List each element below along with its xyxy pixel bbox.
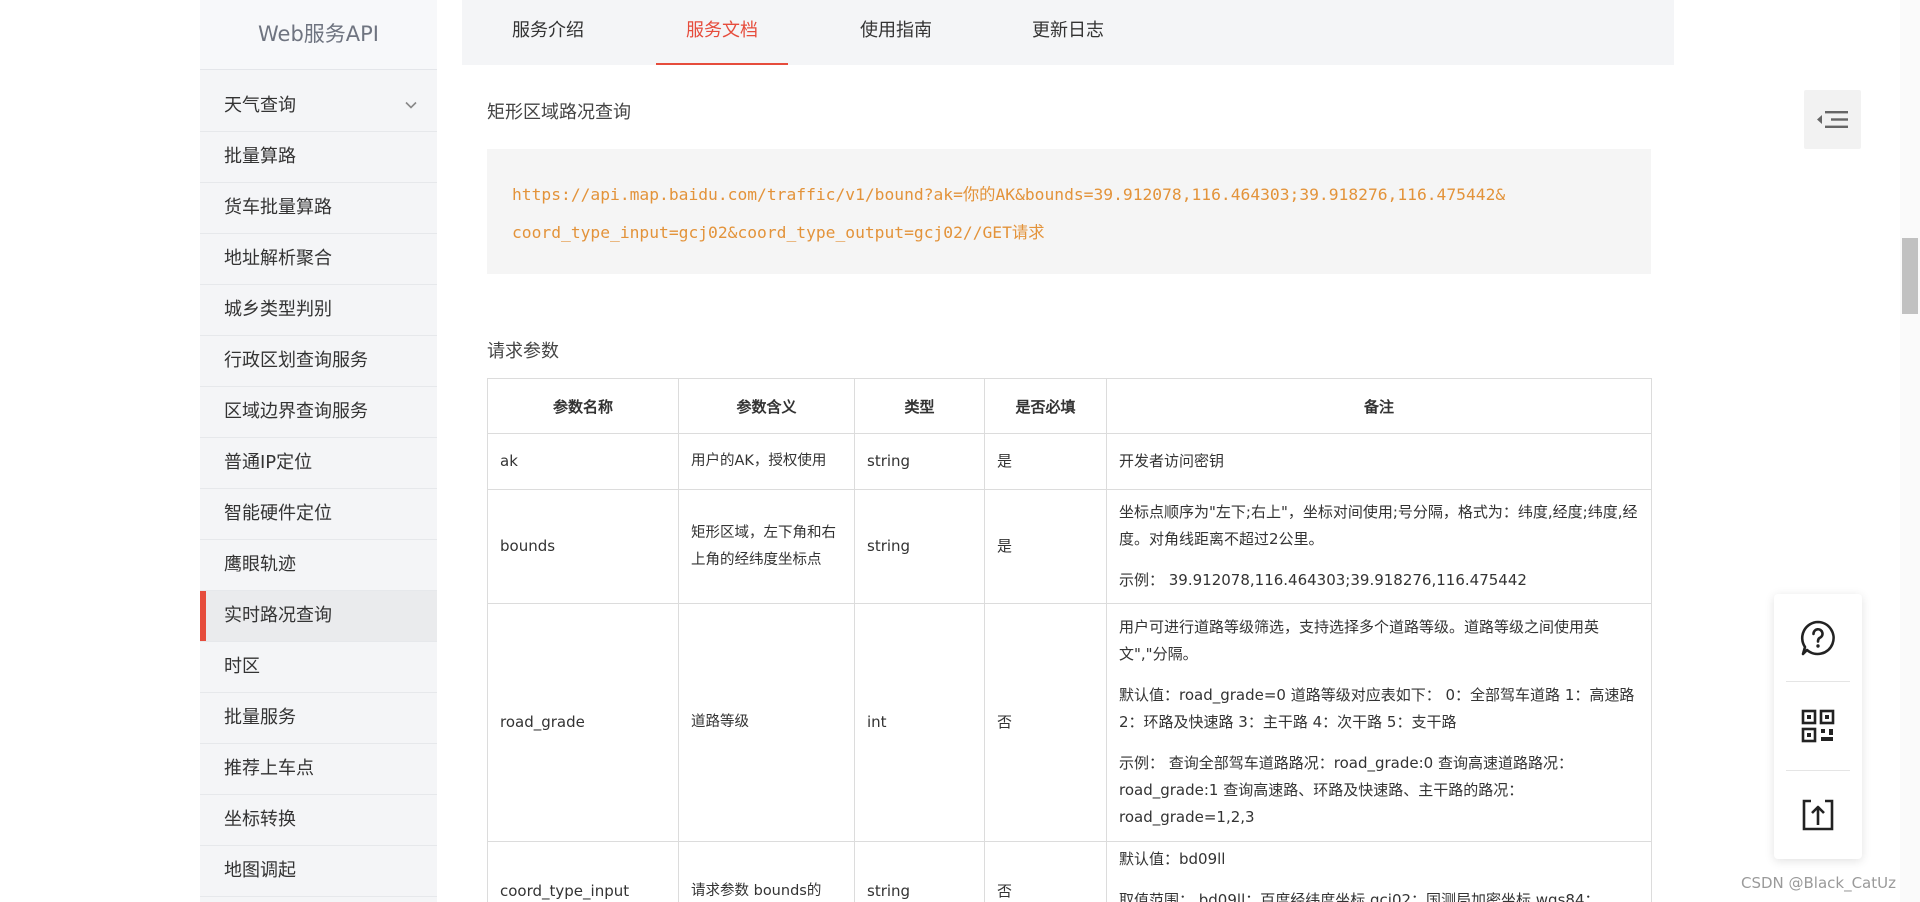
qr-code-button[interactable]	[1774, 682, 1862, 770]
sidebar-item[interactable]: 货车批量算路	[200, 183, 437, 234]
param-name-cell: bounds	[487, 489, 679, 604]
table-row: coord_type_input 请求参数 bounds的 string 否默认值：b…	[487, 841, 1652, 902]
sidebar-item-label: 普通IP定位	[224, 452, 313, 473]
table-row: bounds 矩形区域，左下角和右上角的经纬度坐标点 string 是坐标点顺序为"左…	[487, 489, 1652, 604]
remark-paragraph: 取值范围： bd09ll：百度经纬度坐标 gcj02：国测局加密坐标 wgs84…	[1119, 891, 1600, 902]
sidebar-item[interactable]: 智能硬件定位	[200, 489, 437, 540]
param-name-cell: coord_type_input	[487, 841, 679, 902]
scrollbar-track[interactable]	[1900, 0, 1920, 902]
param-required-cell: 是	[984, 489, 1107, 604]
param-required-cell: 是	[984, 433, 1107, 490]
page: Web服务API 天气查询批量算路货车批量算路 地址解析聚合 城乡类型判别行政区划查…	[0, 0, 1920, 902]
tab-usage-guide[interactable]: 使用指南	[836, 0, 956, 65]
sidebar-item-label: 鹰眼轨迹	[224, 554, 296, 575]
sidebar-item-label: 行政区划查询服务	[224, 350, 368, 371]
back-to-top-button[interactable]	[1774, 771, 1862, 859]
sidebar-item-label: 地图调起	[224, 860, 296, 881]
sidebar-item[interactable]: 城乡类型判别	[200, 285, 437, 336]
sidebar-item[interactable]: 坐标转换	[200, 795, 437, 846]
sidebar-item[interactable]: 地图调起	[200, 846, 437, 897]
section-title-request-params: 请求参数	[487, 341, 559, 362]
request-params-table: 参数名称 参数含义 类型 是否必填 备注 ak 用户的AK，授权使用 string 是…	[487, 378, 1652, 902]
floating-toolbar	[1774, 594, 1862, 859]
sidebar-item-label: 货车批量算路	[224, 197, 332, 218]
sidebar-item[interactable]: 普通IP定位	[200, 438, 437, 489]
sidebar-item[interactable]: 地址解析聚合	[200, 234, 437, 285]
param-name-cell: road_grade	[487, 603, 679, 842]
help-button[interactable]	[1774, 594, 1862, 682]
table-row: road_grade 道路等级 int 否用户可进行道路等级筛选，支持选择多个道路等级…	[487, 603, 1652, 842]
sidebar-item[interactable]: 推荐上车点	[200, 744, 437, 795]
param-type-cell: string	[854, 841, 985, 902]
param-remark-cell: 坐标点顺序为"左下;右上"，坐标对间使用;号分隔，格式为：纬度,经度;纬度,经度…	[1106, 489, 1652, 604]
sidebar-item-label: 实时路况查询	[224, 605, 332, 626]
param-remark-cell: 用户可进行道路等级筛选，支持选择多个道路等级。道路等级之间使用英文","分隔。默…	[1106, 603, 1652, 842]
param-meaning-cell: 矩形区域，左下角和右上角的经纬度坐标点	[678, 489, 855, 604]
tab-service-intro[interactable]: 服务介绍	[488, 0, 608, 65]
sidebar-item[interactable]: 批量算路	[200, 132, 437, 183]
remark-paragraph: 用户可进行道路等级筛选，支持选择多个道路等级。道路等级之间使用英文","分隔。	[1119, 618, 1600, 663]
param-type-cell: int	[854, 603, 985, 842]
scrollbar-thumb[interactable]	[1902, 238, 1918, 314]
sidebar-item-label: 天气查询	[224, 95, 296, 116]
param-remark-cell: 开发者访问密钥	[1106, 433, 1652, 490]
back-to-top-icon	[1802, 799, 1834, 831]
remark-paragraph: 示例： 查询全部驾车道路路况：road_grade:0 查询高速道路路况：roa…	[1119, 754, 1573, 826]
remark-paragraph: 示例： 39.912078,116.464303;39.918276,116.4…	[1119, 571, 1527, 589]
tab-service-docs[interactable]: 服务文档	[656, 0, 788, 65]
chevron-down-icon	[405, 101, 417, 109]
sidebar-item-label: 推荐上车点	[224, 758, 314, 779]
code-line: https://api.map.baidu.com/traffic/v1/bou…	[512, 185, 1506, 204]
tab-changelog[interactable]: 更新日志	[1008, 0, 1128, 65]
sidebar-item[interactable]: 天气查询	[200, 81, 437, 132]
qr-code-icon	[1801, 709, 1835, 743]
help-question-icon	[1800, 620, 1835, 656]
remark-paragraph: 开发者访问密钥	[1119, 452, 1225, 470]
sidebar-item[interactable]: 时区	[200, 642, 437, 693]
tab-bar: 服务介绍 服务文档 使用指南 更新日志	[462, 0, 1674, 65]
column-header: 备注	[1106, 378, 1652, 434]
param-meaning-cell: 用户的AK，授权使用	[678, 433, 855, 490]
remark-paragraph: 坐标点顺序为"左下;右上"，坐标对间使用;号分隔，格式为：纬度,经度;纬度,经度…	[1119, 503, 1638, 548]
table-header-row: 参数名称 参数含义 类型 是否必填 备注	[487, 378, 1652, 434]
column-header: 类型	[854, 378, 985, 434]
sidebar: Web服务API 天气查询批量算路货车批量算路 地址解析聚合 城乡类型判别行政区划查…	[200, 0, 437, 902]
sidebar-brand: Web服务API	[200, 0, 437, 70]
section-title-bound-traffic: 矩形区域路况查询	[487, 102, 631, 123]
toc-toggle-button[interactable]	[1804, 90, 1861, 149]
sidebar-item-label: 城乡类型判别	[224, 299, 332, 320]
sidebar-item-label: 区域边界查询服务	[224, 401, 368, 422]
sidebar-item-label: 批量算路	[224, 146, 296, 167]
param-meaning-cell: 请求参数 bounds的	[678, 841, 855, 902]
sidebar-item-label: 智能硬件定位	[224, 503, 332, 524]
sidebar-item[interactable]: 行政区划查询服务	[200, 336, 437, 387]
sidebar-item[interactable]: 批量服务	[200, 693, 437, 744]
param-name-cell: ak	[487, 433, 679, 490]
sidebar-item-label: 时区	[224, 656, 260, 677]
remark-paragraph: 默认值：road_grade=0 道路等级对应表如下： 0：全部驾车道路 1：高…	[1119, 686, 1635, 731]
menu-collapse-icon	[1817, 111, 1848, 128]
param-meaning-cell: 道路等级	[678, 603, 855, 842]
sidebar-item-label: 地址解析聚合	[224, 248, 332, 269]
param-required-cell: 否	[984, 603, 1107, 842]
request-url-code-block: https://api.map.baidu.com/traffic/v1/bou…	[487, 149, 1651, 274]
watermark: CSDN @Black_CatUz	[1740, 874, 1896, 892]
sidebar-item-label: 坐标转换	[224, 809, 296, 830]
code-line: coord_type_input=gcj02&coord_type_output…	[512, 223, 1045, 242]
sidebar-item[interactable]: 鹰眼轨迹	[200, 540, 437, 591]
column-header: 参数名称	[487, 378, 679, 434]
sidebar-item[interactable]: 实时路况查询	[200, 591, 437, 642]
param-remark-cell: 默认值：bd09ll 取值范围： bd09ll：百度经纬度坐标 gcj02：国测局…	[1106, 841, 1652, 902]
column-header: 参数含义	[678, 378, 855, 434]
param-type-cell: string	[854, 433, 985, 490]
param-required-cell: 否	[984, 841, 1107, 902]
sidebar-item-label: 批量服务	[224, 707, 296, 728]
sidebar-nav: 天气查询批量算路货车批量算路 地址解析聚合 城乡类型判别行政区划查询服务 区域边界查询…	[200, 81, 437, 897]
param-type-cell: string	[854, 489, 985, 604]
sidebar-item[interactable]: 区域边界查询服务	[200, 387, 437, 438]
table-row: ak 用户的AK，授权使用 string 是开发者访问密钥	[487, 433, 1652, 490]
remark-paragraph: 默认值：bd09ll	[1119, 850, 1226, 868]
column-header: 是否必填	[984, 378, 1107, 434]
